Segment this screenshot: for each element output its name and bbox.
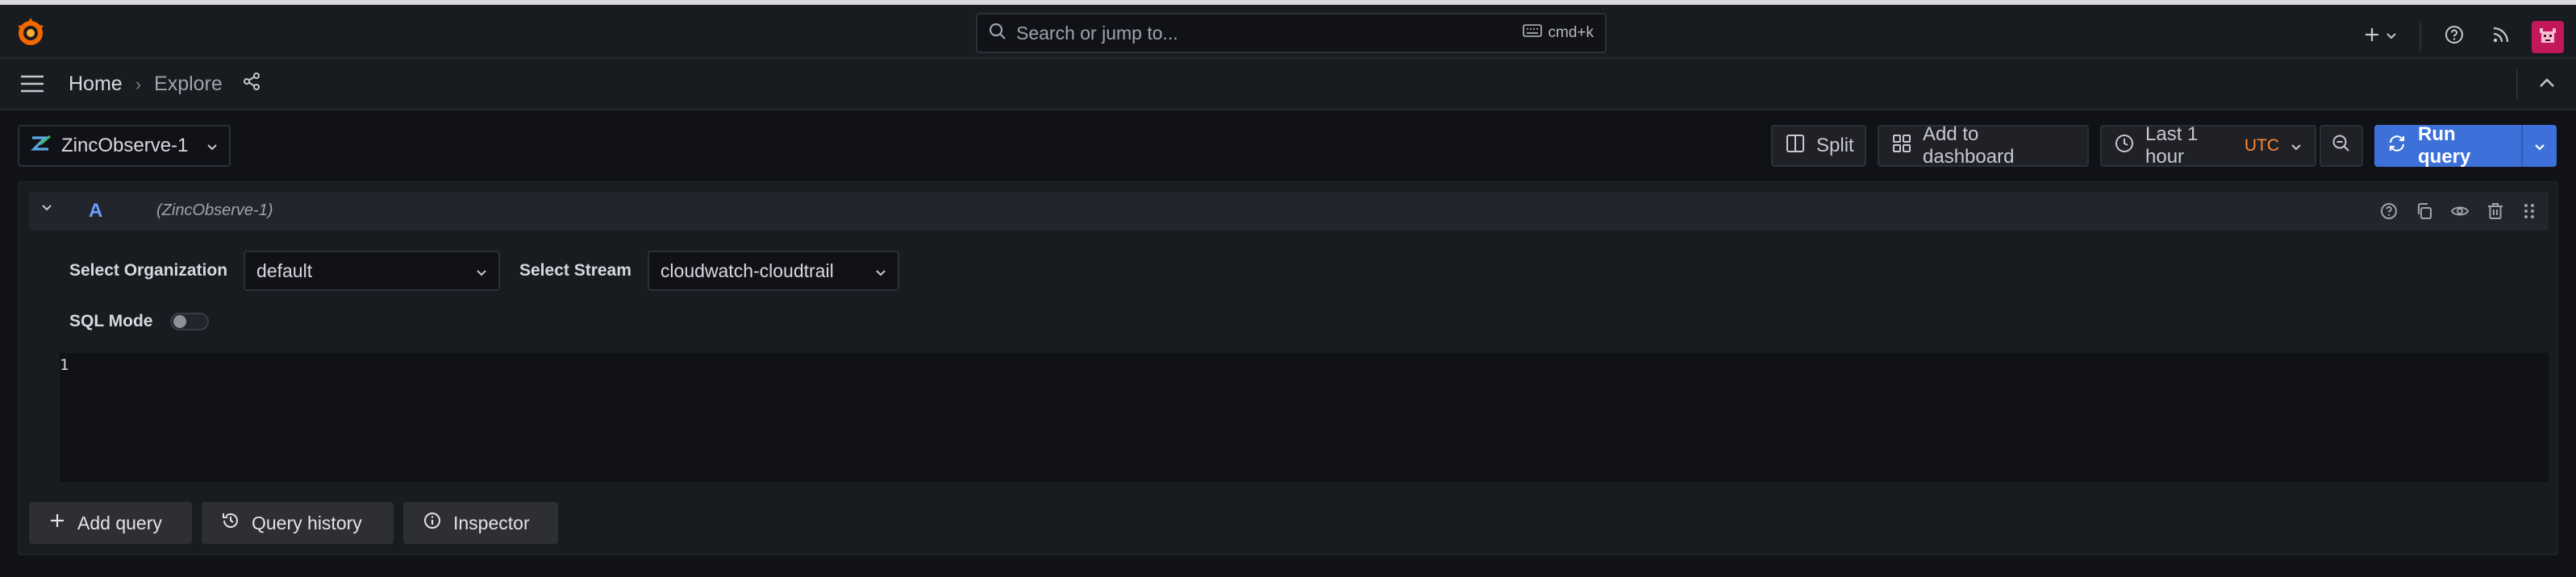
chevron-down-icon (476, 260, 487, 282)
stream-value: cloudwatch-cloudtrail (660, 259, 834, 281)
drag-handle-icon (2521, 204, 2537, 224)
breadcrumb-bar: Home › Explore (0, 59, 2576, 110)
explore-toolbar: ZincObserve-1 Split Add to dashboard Las… (0, 110, 2576, 181)
duplicate-query-button[interactable] (2415, 201, 2434, 225)
menu-toggle-button[interactable] (19, 73, 45, 98)
chevron-down-icon (2386, 30, 2397, 44)
sync-icon (2387, 134, 2407, 159)
grafana-logo-icon[interactable] (15, 16, 47, 48)
query-ref-id[interactable]: A (89, 200, 102, 222)
split-button[interactable]: Split (1771, 125, 1866, 167)
datasource-picker[interactable]: ZincObserve-1 (18, 125, 231, 167)
sql-mode-field: SQL Mode (69, 312, 210, 331)
avatar (2532, 20, 2564, 53)
query-help-button[interactable] (2379, 201, 2399, 225)
profile-button[interactable] (2524, 20, 2571, 53)
stream-label: Select Stream (519, 261, 631, 280)
copy-icon (2415, 203, 2434, 224)
apps-icon (1892, 134, 1911, 159)
collapse-query-button[interactable] (40, 202, 53, 218)
add-to-dashboard-label: Add to dashboard (1923, 123, 2015, 168)
share-button[interactable] (242, 72, 261, 97)
help-button[interactable] (2431, 25, 2478, 48)
new-menu-button[interactable] (2352, 26, 2408, 48)
news-button[interactable] (2478, 25, 2524, 48)
organization-value: default (256, 259, 313, 281)
stream-select[interactable]: cloudwatch-cloudtrail (647, 251, 899, 291)
breadcrumb-home-link[interactable]: Home (69, 73, 123, 96)
search-placeholder: Search or jump to... (1016, 22, 1178, 44)
add-query-button[interactable]: Add query (29, 502, 192, 544)
remove-query-button[interactable] (2486, 201, 2505, 225)
breadcrumb: Home › Explore (69, 72, 261, 97)
keyboard-icon (1522, 24, 1542, 42)
datasource-name: ZincObserve-1 (61, 135, 189, 156)
split-icon (1786, 134, 1805, 159)
breadcrumb-current: Explore (154, 73, 223, 95)
toggle-knob (173, 315, 187, 328)
sql-mode-toggle[interactable] (170, 313, 210, 330)
breadcrumb-separator: › (135, 73, 142, 94)
history-icon (221, 511, 240, 535)
query-history-button[interactable]: Query history (202, 502, 394, 544)
add-query-label: Add query (77, 512, 162, 533)
rss-icon (2491, 25, 2511, 48)
chevron-down-icon (875, 260, 886, 282)
organization-field: Select Organization default (69, 251, 501, 291)
split-label: Split (1816, 135, 1854, 156)
plus-icon (2363, 26, 2381, 48)
organization-label: Select Organization (69, 261, 228, 280)
trash-icon (2486, 203, 2505, 224)
run-query-options-button[interactable] (2521, 125, 2557, 167)
query-editor[interactable]: 1 (60, 353, 2549, 482)
drag-query-handle[interactable] (2521, 201, 2537, 225)
share-icon (242, 72, 261, 97)
search-input[interactable]: Search or jump to... cmd+k (976, 13, 1607, 53)
search-icon (989, 23, 1007, 44)
collapse-header-button[interactable] (2537, 77, 2557, 93)
run-query-main[interactable]: Run query (2374, 123, 2521, 168)
time-range-picker[interactable]: Last 1 hour UTC (2100, 123, 2316, 168)
query-history-label: Query history (252, 512, 362, 533)
search-shortcut-label: cmd+k (1548, 24, 1594, 41)
divider (2516, 70, 2518, 99)
top-bar-actions (2352, 10, 2576, 64)
info-icon (423, 511, 442, 535)
chevron-down-icon (2534, 135, 2545, 157)
line-number: 1 (60, 356, 69, 374)
stream-field: Select Stream cloudwatch-cloudtrail (519, 251, 899, 291)
chevron-down-icon (206, 135, 218, 157)
breadcrumb-bar-actions (2516, 70, 2557, 99)
top-bar: Search or jump to... cmd+k (0, 5, 2576, 59)
query-row-actions (2379, 201, 2537, 225)
inspector-label: Inspector (453, 512, 530, 533)
help-icon (2445, 25, 2464, 48)
sql-mode-label: SQL Mode (69, 312, 153, 330)
timezone-label: UTC (2244, 136, 2279, 155)
time-range-label: Last 1 hour (2145, 123, 2199, 168)
chevron-down-icon (2290, 135, 2302, 157)
query-datasource-label: (ZincObserve-1) (156, 201, 273, 219)
query-row-header: A (ZincObserve-1) (29, 192, 2549, 230)
inspector-button[interactable]: Inspector (403, 502, 558, 544)
run-query-label: Run query (2418, 123, 2471, 168)
chevron-down-icon (40, 203, 53, 217)
plus-icon (48, 512, 66, 534)
help-icon (2379, 203, 2399, 224)
query-panel: A (ZincObserve-1) Select Organization de… (18, 181, 2558, 555)
run-query-button[interactable]: Run query (2374, 123, 2557, 168)
divider (2420, 22, 2421, 52)
organization-select[interactable]: default (244, 251, 501, 291)
zoom-out-icon (2332, 134, 2351, 159)
hide-query-button[interactable] (2450, 201, 2470, 225)
chevron-up-icon (2537, 77, 2557, 93)
zincobserve-logo-icon (31, 135, 52, 158)
hamburger-icon (19, 75, 45, 98)
add-to-dashboard-button[interactable]: Add to dashboard (1878, 123, 2089, 168)
search-shortcut: cmd+k (1522, 24, 1594, 42)
zoom-out-button[interactable] (2320, 125, 2363, 167)
eye-icon (2450, 206, 2470, 224)
clock-icon (2115, 134, 2134, 159)
